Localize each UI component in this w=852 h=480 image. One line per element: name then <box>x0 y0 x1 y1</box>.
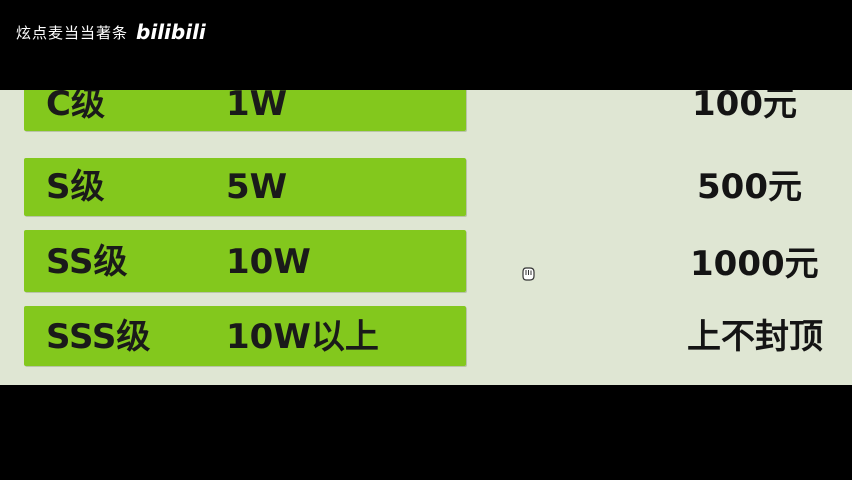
tier-count: 10W以上 <box>226 317 379 357</box>
tier-table: C级 1W 100元 S级 5W 500元 SS级 10W 1000元 SSS级 <box>0 90 852 385</box>
tier-level: SS级 <box>46 242 128 282</box>
tier-level: SSS级 <box>46 317 151 357</box>
tier-level: S级 <box>46 167 105 207</box>
bilibili-logo: bilibili <box>136 20 206 44</box>
tier-reward: 上不封顶 <box>687 317 823 357</box>
channel-name: 炫点麦当当著条 <box>16 23 129 42</box>
tier-bar: SSS级 10W以上 <box>24 306 466 366</box>
tier-level: C级 <box>46 90 105 124</box>
tier-reward: 100元 <box>692 90 797 124</box>
video-frame: 炫点麦当当著条 bilibili C级 1W 100元 S级 5W 500元 S… <box>0 0 852 480</box>
tier-count: 10W <box>226 242 311 282</box>
tier-reward: 1000元 <box>690 244 819 284</box>
tier-row-c: C级 1W 100元 <box>0 90 852 142</box>
tier-row-ss: SS级 10W 1000元 <box>0 230 852 294</box>
tier-count: 5W <box>226 167 288 207</box>
tier-bar: S级 5W <box>24 158 466 216</box>
tier-count: 1W <box>226 90 288 124</box>
tier-bar: SS级 10W <box>24 230 466 292</box>
tier-reward: 500元 <box>697 167 802 207</box>
channel-watermark: 炫点麦当当著条 bilibili <box>16 20 206 44</box>
tier-bar: C级 1W <box>24 90 466 131</box>
tier-row-s: S级 5W 500元 <box>0 158 852 222</box>
hand-cursor-icon <box>522 267 535 281</box>
tier-row-sss: SSS级 10W以上 上不封顶 <box>0 306 852 370</box>
